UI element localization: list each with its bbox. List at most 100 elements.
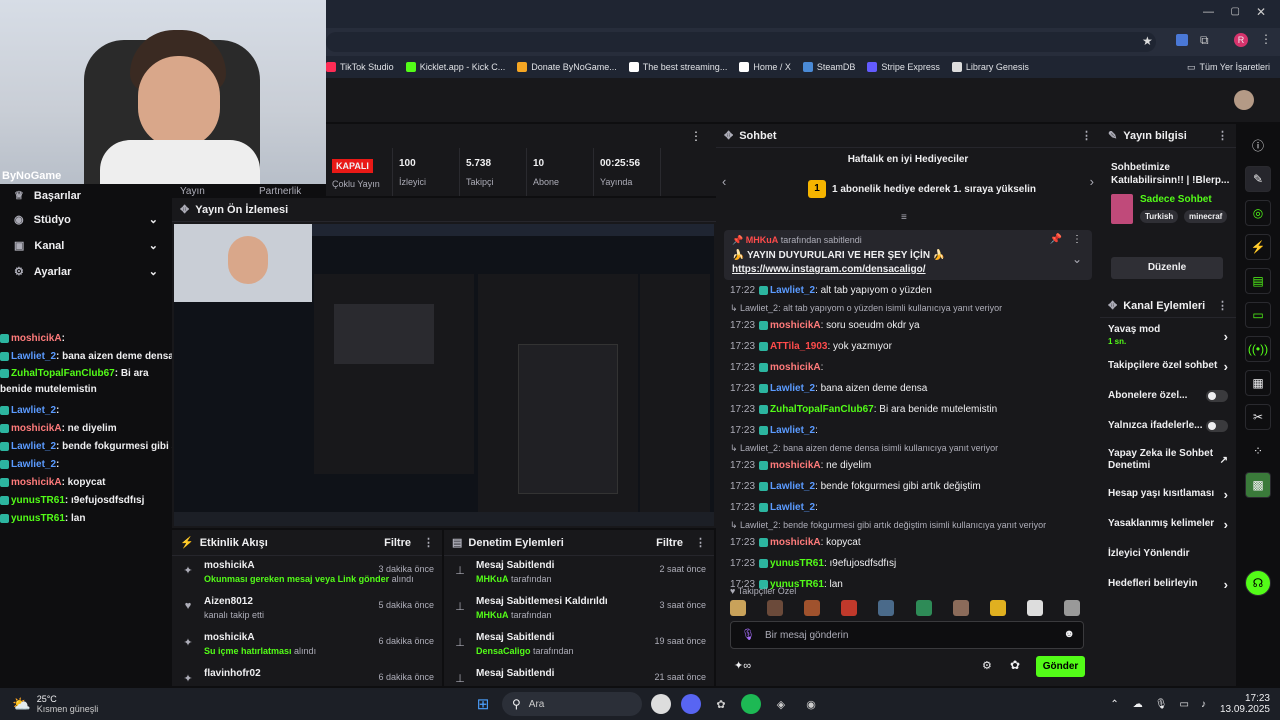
minimize-icon[interactable]: —: [1203, 6, 1214, 18]
bookmark-item[interactable]: Library Genesis: [951, 62, 1029, 72]
moderation-filter-button[interactable]: Filtre: [656, 537, 683, 549]
bookmark-item[interactable]: Home / X: [739, 62, 791, 72]
chat-message[interactable]: 17:23 moshicikA:: [716, 357, 1100, 378]
profile-avatar[interactable]: R: [1234, 33, 1248, 47]
chat-username[interactable]: Lawliet_2: [770, 425, 815, 436]
chat-username[interactable]: ZuhalTopalFanClub67: [770, 404, 874, 415]
moderation-row[interactable]: ⊥ Mesaj Sabitlendi DensaCaligo tarafından 1…: [444, 628, 714, 664]
taskbar-search[interactable]: ⚲ Ara: [502, 692, 642, 716]
speaker-icon[interactable]: ♪: [1201, 699, 1206, 710]
channel-action-row[interactable]: Yavaş mod 1 sn. ›: [1100, 321, 1236, 351]
chat-menu-icon[interactable]: ⋮: [1081, 129, 1092, 142]
nav-achievements[interactable]: ♕ Başarılar: [0, 184, 172, 206]
gear-icon[interactable]: ⚙: [982, 659, 992, 672]
chat-message[interactable]: 17:23 Lawliet_2: bana aizen deme densa: [716, 378, 1100, 399]
follower-avatar[interactable]: [1026, 600, 1043, 616]
chat-message[interactable]: 17:23 Lawliet_2:: [716, 420, 1100, 441]
bookmark-item[interactable]: The best streaming...: [628, 62, 727, 72]
bookmark-item[interactable]: TikTok Studio: [326, 62, 394, 72]
toggle-switch[interactable]: [1206, 390, 1228, 402]
chevron-down-icon[interactable]: ⌄: [1072, 252, 1082, 266]
chevron-left-icon[interactable]: ‹: [722, 174, 726, 189]
follower-avatar[interactable]: [841, 600, 858, 616]
chevron-up-icon[interactable]: ⌃: [1110, 699, 1118, 710]
support-icon[interactable]: ☊: [1245, 570, 1271, 596]
close-icon[interactable]: ✕: [1256, 5, 1266, 19]
target-icon[interactable]: ◎: [1245, 200, 1271, 226]
extensions-icon[interactable]: ⧉: [1200, 33, 1209, 48]
bookmark-item[interactable]: Stripe Express: [867, 62, 940, 72]
chevron-right-icon[interactable]: ›: [1090, 174, 1094, 189]
chat-message[interactable]: 17:23 ZuhalTopalFanClub67: Bi ara benide …: [716, 399, 1100, 420]
preview-video[interactable]: [174, 224, 714, 526]
follower-avatar[interactable]: [989, 600, 1006, 616]
moderation-row[interactable]: ⊥ Mesaj Sabitlemesi Kaldırıldı MHKuA taraf…: [444, 592, 714, 628]
obs-icon[interactable]: ◉: [801, 694, 821, 714]
activity-row[interactable]: ✦ moshicikA Okunması gereken mesaj veya Li…: [172, 556, 442, 592]
points-icon[interactable]: ✦∞: [734, 659, 751, 672]
chat-input[interactable]: 🎙 Bir mesaj gönderin ☻: [730, 621, 1084, 649]
bookmark-item[interactable]: SteamDB: [802, 62, 855, 72]
clock-date[interactable]: 13.09.2025: [1220, 704, 1270, 715]
chat-message[interactable]: 17:23 Lawliet_2:: [716, 497, 1100, 518]
edit-button[interactable]: Düzenle: [1111, 257, 1223, 279]
discord-icon[interactable]: [681, 694, 701, 714]
chat-username[interactable]: moshicikA: [770, 320, 821, 331]
broadcast-icon[interactable]: ((•)): [1245, 336, 1271, 362]
channel-action-row[interactable]: Yasaklanmış kelimeler ›: [1100, 509, 1236, 539]
chat-bubble-icon[interactable]: ▭: [1245, 302, 1271, 328]
nav-channel[interactable]: ▣ Kanal ⌄: [0, 232, 172, 258]
maximize-icon[interactable]: ▢: [1231, 6, 1240, 17]
app-icon[interactable]: ✿: [711, 694, 731, 714]
pinned-link[interactable]: https://www.instagram.com/densacaligo/: [732, 264, 926, 275]
channel-action-row[interactable]: Takipçilere özel sohbet ›: [1100, 351, 1236, 381]
clock-time[interactable]: 17:23: [1220, 693, 1270, 704]
chat-message[interactable]: 17:23 moshicikA: ne diyelim: [716, 455, 1100, 476]
chat-username[interactable]: Lawliet_2: [770, 285, 815, 296]
activity-row[interactable]: ✦ moshicikA Su içme hatırlatması alındı 6 d…: [172, 628, 442, 664]
follower-avatar[interactable]: [1063, 600, 1080, 616]
menu-icon[interactable]: ⋮: [1260, 32, 1272, 46]
windows-start-icon[interactable]: ⊞: [473, 694, 493, 714]
unpin-icon[interactable]: 📌: [1050, 234, 1062, 245]
bookmark-item[interactable]: Donate ByNoGame...: [517, 62, 617, 72]
address-input[interactable]: [326, 32, 1156, 52]
chat-message[interactable]: 17:23 ATTila_1903: yok yazmıyor: [716, 336, 1100, 357]
layout-icon[interactable]: ▦: [1245, 370, 1271, 396]
chat-username[interactable]: Lawliet_2: [770, 383, 815, 394]
pencil-icon[interactable]: ✎: [1245, 166, 1271, 192]
chat-username[interactable]: Lawliet_2: [770, 502, 815, 513]
weather-widget[interactable]: ⛅ 25°C Kısmen güneşli: [12, 694, 132, 714]
follower-avatar[interactable]: [915, 600, 932, 616]
chat-username[interactable]: ATTila_1903: [770, 341, 827, 352]
display-icon[interactable]: ▭: [1179, 699, 1188, 710]
spotify-icon[interactable]: [741, 694, 761, 714]
microphone-icon[interactable]: 🎙: [1155, 699, 1168, 710]
chat-message[interactable]: 17:23 moshicikA: soru soeudm okdr ya: [716, 315, 1100, 336]
pinned-menu-icon[interactable]: ⋮: [1072, 234, 1082, 245]
channel-action-row[interactable]: Hedefleri belirleyin ›: [1100, 569, 1236, 599]
minecraft-icon[interactable]: ▩: [1245, 472, 1271, 498]
info-icon[interactable]: ⓘ: [1245, 132, 1271, 158]
nav-settings[interactable]: ⚙ Ayarlar ⌄: [0, 258, 172, 284]
chat-username[interactable]: moshicikA: [770, 460, 821, 471]
channel-actions-menu-icon[interactable]: ⋮: [1217, 299, 1228, 312]
user-avatar[interactable]: [1234, 90, 1254, 110]
channel-action-row[interactable]: Hesap yaşı kısıtlaması ›: [1100, 479, 1236, 509]
toggle-switch[interactable]: [1206, 420, 1228, 432]
channel-action-row[interactable]: Yapay Zeka ile Sohbet Denetimi ↗: [1100, 441, 1236, 479]
moderation-row[interactable]: ⊥ Mesaj Sabitlendi MHKuA tarafından 2 saat …: [444, 556, 714, 592]
channel-action-row[interactable]: Abonelere özel...: [1100, 381, 1236, 411]
follower-avatar[interactable]: [767, 600, 784, 616]
activity-row[interactable]: ♥ Aizen8012 kanalı takip etti 5 dakika önce: [172, 592, 442, 628]
category-name[interactable]: Sadece Sohbet: [1140, 194, 1212, 205]
document-icon[interactable]: ▤: [1245, 268, 1271, 294]
chat-username[interactable]: Lawliet_2: [770, 481, 815, 492]
microphone-icon[interactable]: 🎙: [741, 628, 755, 641]
send-button[interactable]: Gönder: [1036, 656, 1085, 677]
chrome-icon[interactable]: [651, 694, 671, 714]
stats-menu-icon[interactable]: ⋮: [690, 129, 702, 143]
star-icon[interactable]: ★: [1142, 34, 1153, 48]
bookmark-item[interactable]: Kicklet.app - Kick C...: [405, 62, 505, 72]
translate-icon[interactable]: [1176, 34, 1188, 46]
